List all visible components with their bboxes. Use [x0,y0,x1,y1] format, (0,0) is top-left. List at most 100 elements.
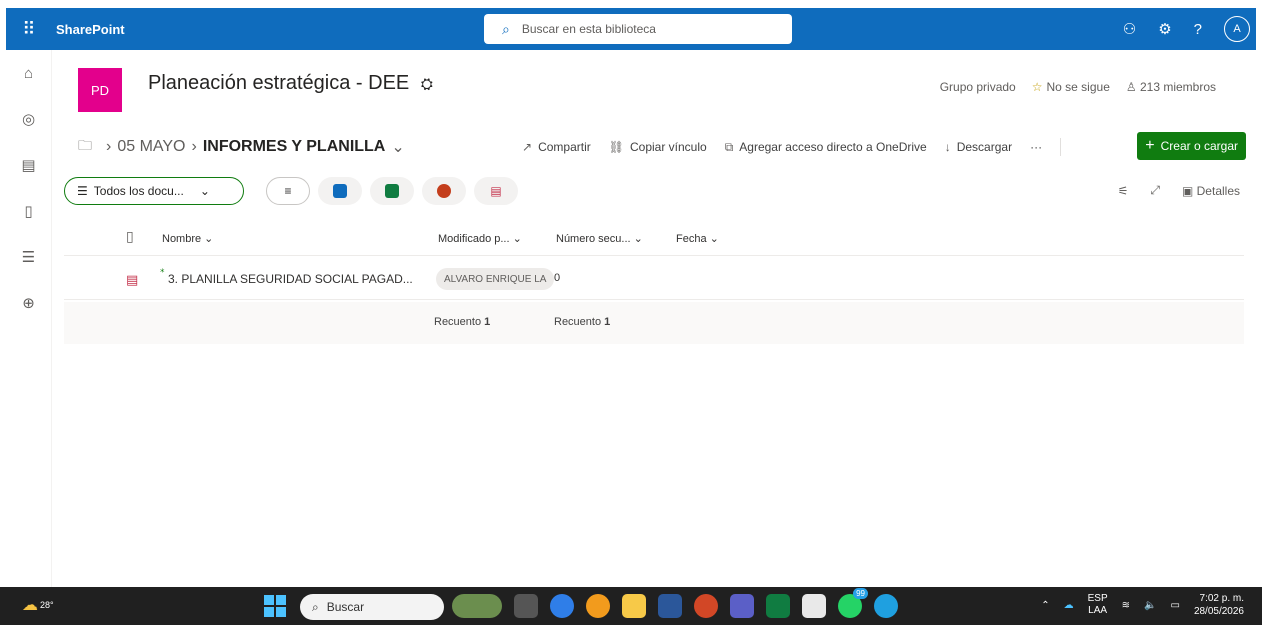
share-icon: ↗ [522,140,533,154]
onedrive-icon[interactable]: ☁ [1064,600,1074,611]
members-label: 213 miembros [1139,80,1216,94]
weather-widget[interactable]: ☁ 28° [22,595,54,615]
column-header-date[interactable]: Fecha ⌄ [676,232,719,245]
breadcrumb: 🗀 › 05 MAYO › INFORMES Y PLANILLA ⌄ [78,135,405,159]
chevron-down-icon[interactable]: ⌄ [391,137,404,157]
file-icon[interactable]: ▯ [6,188,51,234]
column-header-name[interactable]: Nombre ⌄ [162,232,213,245]
add-shortcut-button[interactable]: ⧉ Agregar acceso directo a OneDrive [725,140,927,155]
count-modified: Recuento 1 [434,316,490,328]
teams-icon[interactable]: ⛭ [421,76,433,93]
download-button[interactable]: ↓ Descargar [945,140,1012,154]
column-header-modified-by[interactable]: Modificado p... ⌄ [438,232,522,245]
column-header-sequence[interactable]: Número secu... ⌄ [556,232,643,245]
home-icon[interactable]: ⌂ [6,50,51,96]
file-type-icon[interactable]: ▯ [126,228,134,245]
language-indicator[interactable]: ESP LAA [1088,593,1108,617]
lists-icon[interactable]: ☰ [6,234,51,280]
powerpoint-icon[interactable] [694,594,718,618]
count-value: 1 [484,316,491,328]
link-icon: ⛓ [608,140,624,154]
column-name-label: Nombre [162,233,202,245]
taskbar-apps: 99 [452,588,898,618]
gear-icon[interactable]: ⚙ [1158,20,1171,38]
view-selector-label: Todos los docu... [93,184,184,198]
sequence-value: 0 [554,272,561,284]
command-row: 🗀 › 05 MAYO › INFORMES Y PLANILLA ⌄ ↗ Com… [78,132,1248,162]
filter-powerpoint-chip[interactable] [422,177,466,205]
avatar[interactable]: A [1224,16,1250,42]
table-row[interactable]: ▤ ⁎ 3. PLANILLA SEGURIDAD SOCIAL PAGAD..… [64,260,1244,300]
follow-button[interactable]: ☆ No se sigue [1032,80,1110,94]
details-button[interactable]: ▣ Detalles [1182,184,1240,198]
windows-logo-icon [276,595,286,605]
shortcut-icon: ⧉ [724,139,734,154]
share-people-icon[interactable]: ⚇ [1123,20,1136,38]
chevron-right-icon: › [106,138,112,155]
clock[interactable]: 7:02 p. m. 28/05/2026 [1194,592,1244,618]
file-name-link[interactable]: 3. PLANILLA SEGURIDAD SOCIAL PAGAD... [168,272,413,286]
filter-excel-chip[interactable] [370,177,414,205]
share-button[interactable]: ↗ Compartir [522,140,591,154]
powerpoint-icon [437,184,451,198]
create-label: Crear o cargar [1160,139,1238,153]
volume-icon[interactable]: 🔈 [1144,600,1156,611]
more-button[interactable]: ··· [1030,140,1042,154]
snipping-tool-icon[interactable] [802,594,826,618]
app-name[interactable]: SharePoint [56,22,125,37]
clock-date: 28/05/2026 [1193,606,1244,617]
count-label: Recuento [554,316,602,328]
copilot-icon[interactable] [550,594,574,618]
view-selector[interactable]: ☰ Todos los docu... ⌄ [64,177,244,205]
edge-icon[interactable] [874,594,898,618]
filter-pdf-chip[interactable]: ▤ [474,177,518,205]
filter-button[interactable]: ≡ [266,177,310,205]
excel-icon[interactable] [766,594,790,618]
breadcrumb-parent[interactable]: 05 MAYO [117,138,185,156]
header-actions: ⚇ ⚙ ? A [1123,8,1250,50]
notification-badge: 99 [853,588,868,599]
new-item-icon: ⁎ [160,264,165,274]
search-box[interactable]: ⌕ Buscar en esta biblioteca [484,14,792,44]
clock-time: 7:02 p. m. [1199,593,1244,604]
person-badge[interactable]: ALVARO ENRIQUE LA [436,268,554,290]
battery-icon[interactable]: ▭ [1170,600,1179,611]
app-launcher-icon[interactable]: ⠿ [6,8,52,50]
breadcrumb-current[interactable]: INFORMES Y PLANILLA [203,138,386,156]
whatsapp-icon[interactable]: 99 [838,588,868,618]
taskbar-search[interactable]: ⌕ Buscar [300,594,444,620]
left-rail: ⌂ ◎ ▤ ▯ ☰ ⊕ [6,50,52,587]
expand-icon[interactable]: ⤢ [1150,183,1160,198]
plus-icon: + [1145,137,1155,154]
site-logo[interactable]: PD [78,68,122,112]
news-icon[interactable]: ▤ [6,142,51,188]
start-button[interactable] [264,595,286,617]
add-shortcut-label: Agregar acceso directo a OneDrive [739,139,927,154]
members-button[interactable]: ♙ 213 miembros [1126,80,1216,94]
list-header: ▯ Nombre ⌄ Modificado p... ⌄ Número secu… [64,222,1244,256]
site-meta: Grupo privado ☆ No se sigue ♙ 213 miembro… [940,80,1216,94]
chrome-icon[interactable] [586,594,610,618]
globe-icon[interactable]: ◎ [6,96,51,142]
word-icon[interactable] [658,594,682,618]
windows-logo-icon [264,595,274,605]
chevron-up-icon[interactable]: ⌃ [1041,600,1049,611]
help-icon[interactable]: ? [1194,21,1202,38]
search-input[interactable]: Buscar en esta biblioteca [522,22,656,36]
task-view-icon[interactable] [514,594,538,618]
create-upload-button[interactable]: + Crear o cargar [1137,132,1246,160]
search-icon: ⌕ [312,599,319,614]
site-title[interactable]: Planeación estratégica - DEE ⛭ [148,72,433,95]
wifi-icon[interactable]: ≋ [1122,600,1130,611]
teams-icon[interactable] [730,594,754,618]
file-explorer-icon[interactable] [622,594,646,618]
add-circle-icon[interactable]: ⊕ [6,280,51,326]
folder-icon[interactable]: 🗀 [78,135,92,159]
chevron-down-icon: ⌄ [199,184,210,198]
download-icon: ↓ [944,140,951,154]
copy-link-button[interactable]: ⛓ Copiar vínculo [609,140,707,154]
customize-icon[interactable]: ⚟ [1118,184,1129,198]
filter-outlook-chip[interactable] [318,177,362,205]
site-title-text: Planeación estratégica - DEE [148,72,410,94]
widgets-icon[interactable] [452,594,502,618]
